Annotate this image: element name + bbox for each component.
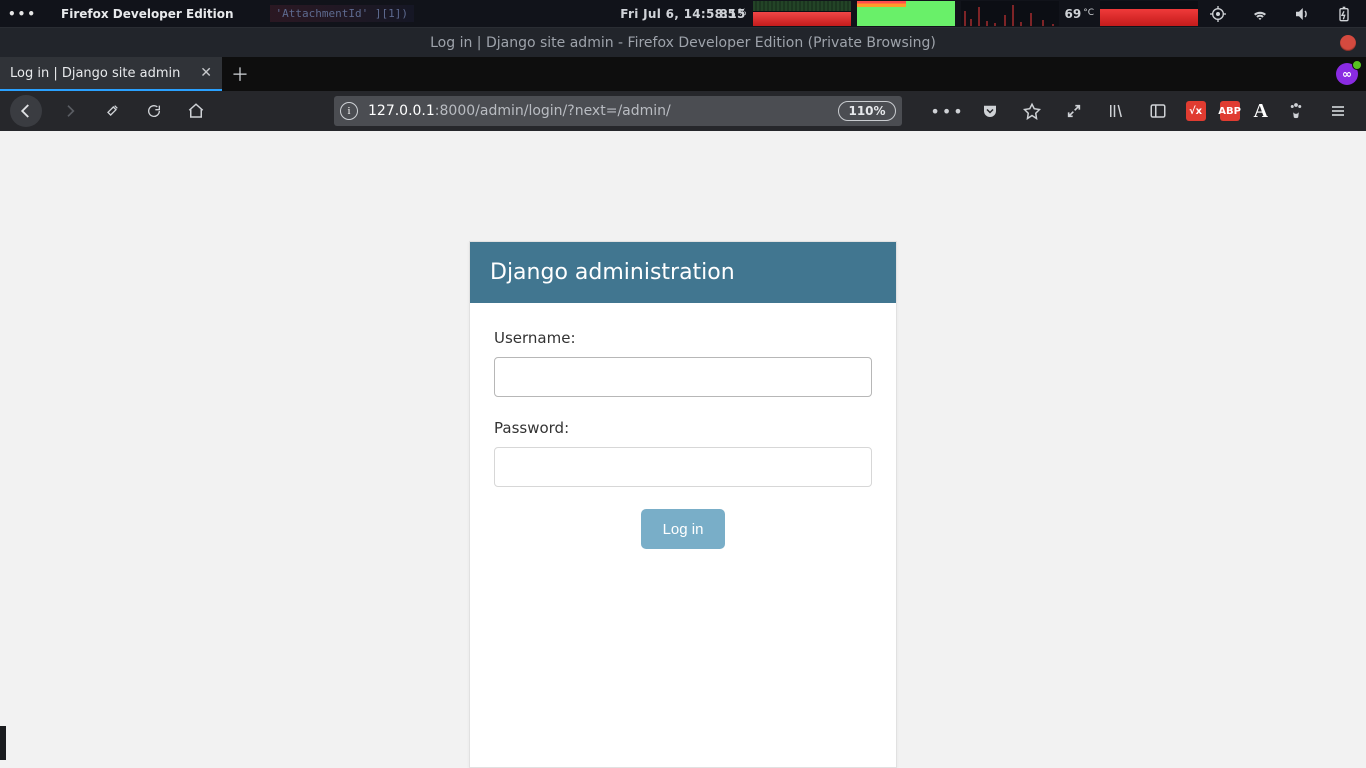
zoom-indicator[interactable]: 110% xyxy=(838,101,895,121)
back-button[interactable] xyxy=(10,95,42,127)
menu-dots-icon[interactable]: ••• xyxy=(8,7,37,21)
bookmark-star-icon[interactable] xyxy=(1018,97,1046,125)
username-label: Username: xyxy=(494,329,872,347)
forward-button[interactable] xyxy=(56,97,84,125)
pocket-icon[interactable] xyxy=(976,97,1004,125)
site-info-icon[interactable]: i xyxy=(340,102,358,120)
target-icon[interactable] xyxy=(1204,0,1232,28)
tab-close-icon[interactable]: ✕ xyxy=(200,65,212,81)
active-app-title: Firefox Developer Edition xyxy=(61,7,234,21)
cpu-graph-1 xyxy=(753,1,851,26)
page-viewport: Django administration Username: Password… xyxy=(0,131,1366,768)
library-icon[interactable] xyxy=(1102,97,1130,125)
login-header: Django administration xyxy=(470,242,896,303)
url-bar[interactable]: i 127.0.0.1:8000/admin/login/?next=/admi… xyxy=(334,96,902,126)
window-title-bar: Log in | Django site admin - Firefox Dev… xyxy=(0,27,1366,57)
reload-button[interactable] xyxy=(140,97,168,125)
tab-title: Log in | Django site admin xyxy=(10,66,180,81)
username-input[interactable] xyxy=(494,357,872,397)
url-path: :8000/admin/login/?next=/admin/ xyxy=(435,103,671,119)
window-close-button[interactable] xyxy=(1340,35,1356,51)
home-button[interactable] xyxy=(182,97,210,125)
browser-tab-active[interactable]: Log in | Django site admin ✕ xyxy=(0,57,222,91)
window-title-text: Log in | Django site admin - Firefox Dev… xyxy=(430,35,936,51)
sidebar-toggle-icon[interactable] xyxy=(1144,97,1172,125)
power-charge-icon[interactable] xyxy=(1330,0,1358,28)
cpu-graph-2 xyxy=(857,1,955,26)
fullscreen-icon[interactable] xyxy=(1060,97,1088,125)
url-host: 127.0.0.1 xyxy=(368,103,435,119)
wifi-icon[interactable] xyxy=(1246,0,1274,28)
adblock-extension-icon[interactable]: ABP xyxy=(1220,101,1240,121)
tab-strip: Log in | Django site admin ✕ ＋ xyxy=(0,57,1366,91)
font-extension-icon[interactable]: A xyxy=(1254,100,1268,123)
clock: Fri Jul 6, 14:58:15 xyxy=(620,7,745,21)
gnome-extension-icon[interactable] xyxy=(1282,97,1310,125)
net-graph xyxy=(961,1,1059,26)
new-tab-button[interactable]: ＋ xyxy=(222,57,258,91)
volume-icon[interactable] xyxy=(1288,0,1316,28)
page-actions-icon[interactable]: ••• xyxy=(934,97,962,125)
temp-graph xyxy=(1100,1,1198,26)
background-terminal-text: 'AttachmentId' ][1]) xyxy=(270,5,414,22)
password-input[interactable] xyxy=(494,447,872,487)
noscript-extension-icon[interactable]: √x xyxy=(1186,101,1206,121)
overflow-menu-icon[interactable] xyxy=(1324,97,1352,125)
password-label: Password: xyxy=(494,419,872,437)
os-top-bar: ••• Firefox Developer Edition 'Attachmen… xyxy=(0,0,1366,27)
login-button[interactable]: Log in xyxy=(641,509,726,549)
login-card: Django administration Username: Password… xyxy=(469,241,897,768)
side-handle xyxy=(0,726,6,760)
devtools-icon[interactable] xyxy=(98,97,126,125)
extension-update-dot xyxy=(1352,60,1362,70)
temperature: 69 °C xyxy=(1065,7,1095,21)
nav-toolbar: i 127.0.0.1:8000/admin/login/?next=/admi… xyxy=(0,91,1366,131)
